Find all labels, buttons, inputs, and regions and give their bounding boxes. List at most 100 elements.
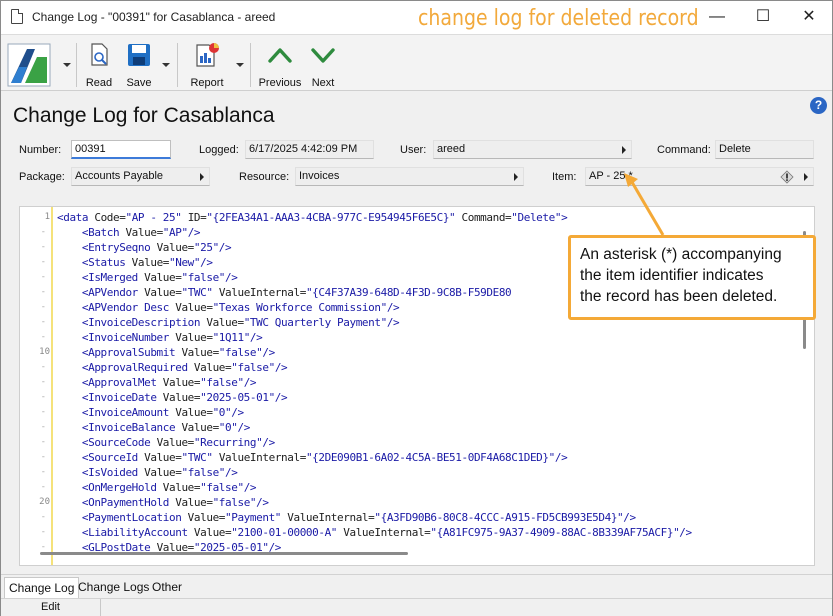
xml-tag-end: /> (256, 496, 269, 509)
code-line: <LiabilityAccount Value="2100-01-00000-A… (57, 525, 692, 540)
chevron-right-icon[interactable] (622, 146, 626, 154)
xml-attribute: Code= (88, 211, 126, 224)
callout-pointer (624, 173, 665, 236)
callout-line-1: An asterisk (*) accompanying (580, 246, 782, 263)
line-marker: - (40, 377, 46, 387)
line-marker: - (40, 272, 46, 282)
xml-tag-end: /> (200, 256, 213, 269)
line-marker: - (40, 407, 46, 417)
xml-value: "{A3FD90B6-80C8-4CCC-A915-FD5CB993E5D4}" (374, 511, 624, 524)
xml-value: "TWC Quarterly Payment" (243, 316, 388, 329)
xml-value: "{2DE090B1-6A02-4C5A-BE51-0DF4A68C1DED}" (305, 451, 555, 464)
xml-tag-end: /> (249, 331, 263, 344)
line-marker: - (40, 302, 46, 312)
report-label: Report (190, 77, 224, 89)
xml-tag: <InvoiceNumber (81, 331, 170, 344)
number-field[interactable]: 00391 (71, 140, 171, 159)
close-button[interactable]: ✕ (786, 1, 832, 33)
chevron-right-icon[interactable] (804, 173, 808, 181)
callout-line-2: the item identifier indicates (580, 267, 764, 284)
xml-value: "{A81FC975-9A37-4909-88AC-8B339AF75ACF}" (430, 526, 680, 539)
report-dropdown-icon[interactable] (236, 63, 244, 67)
save-dropdown-icon[interactable] (162, 63, 170, 67)
xml-tag: <ApprovalRequired (81, 361, 188, 374)
chevron-right-icon[interactable] (514, 173, 518, 181)
xml-tag: <SourceCode (81, 436, 151, 449)
xml-tag: <IsVoided (81, 466, 138, 479)
line-marker: - (40, 332, 46, 342)
resource-field[interactable]: Invoices (295, 167, 524, 186)
read-button[interactable]: Read (83, 41, 115, 89)
title-bar: Change Log - "00391" for Casablanca - ar… (1, 1, 832, 34)
help-icon[interactable]: ? (810, 97, 827, 114)
code-line: <ApprovalMet Value="false"/> (57, 375, 257, 390)
package-field[interactable]: Accounts Payable (71, 167, 210, 186)
previous-button[interactable]: Previous (257, 41, 303, 89)
read-icon (91, 43, 108, 66)
xml-value: "false" (218, 346, 263, 359)
code-line: <OnPaymentHold Value="false"/> (57, 495, 269, 510)
xml-attribute: ID= (181, 211, 207, 224)
previous-label: Previous (258, 77, 302, 89)
tab-other[interactable]: Other (148, 577, 186, 598)
minimize-button[interactable]: — (694, 1, 740, 33)
xml-tag-end: /> (554, 451, 568, 464)
code-line: <SourceCode Value="Recurring"/> (57, 435, 275, 450)
chevron-right-icon[interactable] (200, 173, 204, 181)
xml-value: "New" (169, 256, 201, 269)
code-line: <ApprovalRequired Value="false"/> (57, 360, 288, 375)
code-line: <InvoiceAmount Value="0"/> (57, 405, 244, 420)
xml-value: "2100-01-00000-A" (231, 526, 338, 539)
resource-value: Invoices (299, 170, 340, 182)
line-marker: - (40, 287, 46, 297)
xml-tag: <ApprovalSubmit (81, 346, 176, 359)
app-logo-button[interactable] (7, 43, 51, 87)
save-icon (128, 44, 150, 66)
xml-value: "AP" (162, 226, 188, 239)
maximize-button[interactable]: ☐ (740, 1, 786, 33)
report-button[interactable]: Report (187, 41, 227, 89)
xml-attribute: ValueInternal= (212, 451, 307, 464)
save-label: Save (126, 77, 152, 89)
horizontal-scrollbar[interactable] (40, 552, 408, 555)
code-line: <OnMergeHold Value="false"/> (57, 480, 257, 495)
app-menu-dropdown-icon[interactable] (63, 63, 71, 67)
xml-attribute: Value= (169, 496, 213, 509)
resource-label: Resource: (239, 171, 290, 183)
tab-change-log[interactable]: Change Log (4, 577, 80, 598)
xml-tag: <data (57, 211, 89, 224)
warning-icon[interactable] (780, 170, 794, 184)
xml-attribute: Value= (187, 361, 232, 374)
toolbar: Read Save Report Previous Next (1, 34, 832, 91)
page-title: Change Log for Casablanca (13, 104, 275, 127)
next-button[interactable]: Next (307, 41, 339, 89)
xml-tag-end: /> (262, 436, 275, 449)
status-bar: Edit (1, 598, 832, 616)
user-field[interactable]: areed (433, 140, 632, 159)
item-field[interactable]: AP - 25 * (585, 167, 814, 186)
xml-tag-end: /> (623, 511, 636, 524)
xml-tag: <InvoiceBalance (81, 421, 176, 434)
xml-tag: <APVendor (81, 286, 138, 299)
xml-attribute: Value= (181, 511, 226, 524)
save-button[interactable]: Save (121, 41, 157, 89)
xml-value: "Texas Workforce Commission" (212, 301, 388, 314)
xml-attribute: Value= (150, 436, 195, 449)
xml-value: "Recurring" (193, 436, 263, 449)
xml-value: "0" (212, 406, 232, 419)
code-line: <IsVoided Value="false"/> (57, 465, 238, 480)
xml-attribute: Value= (150, 241, 195, 254)
xml-tag-end: /> (679, 526, 692, 539)
xml-tag-end: /> (225, 271, 238, 284)
xml-value: "1Q11" (212, 331, 251, 344)
code-line: <InvoiceBalance Value="0"/> (57, 420, 250, 435)
tab-change-logs[interactable]: Change Logs (74, 577, 153, 598)
code-line: <IsMerged Value="false"/> (57, 270, 238, 285)
code-line: <data Code="AP - 25" ID="{2FEA34A1-AAA3-… (57, 210, 568, 225)
xml-value: "AP - 25" (125, 211, 182, 224)
xml-attribute: Value= (125, 256, 170, 269)
code-line: <EntrySeqno Value="25"/> (57, 240, 232, 255)
xml-tag-end: /> (218, 241, 232, 254)
line-marker: - (40, 467, 46, 477)
command-field: Delete (715, 140, 814, 159)
